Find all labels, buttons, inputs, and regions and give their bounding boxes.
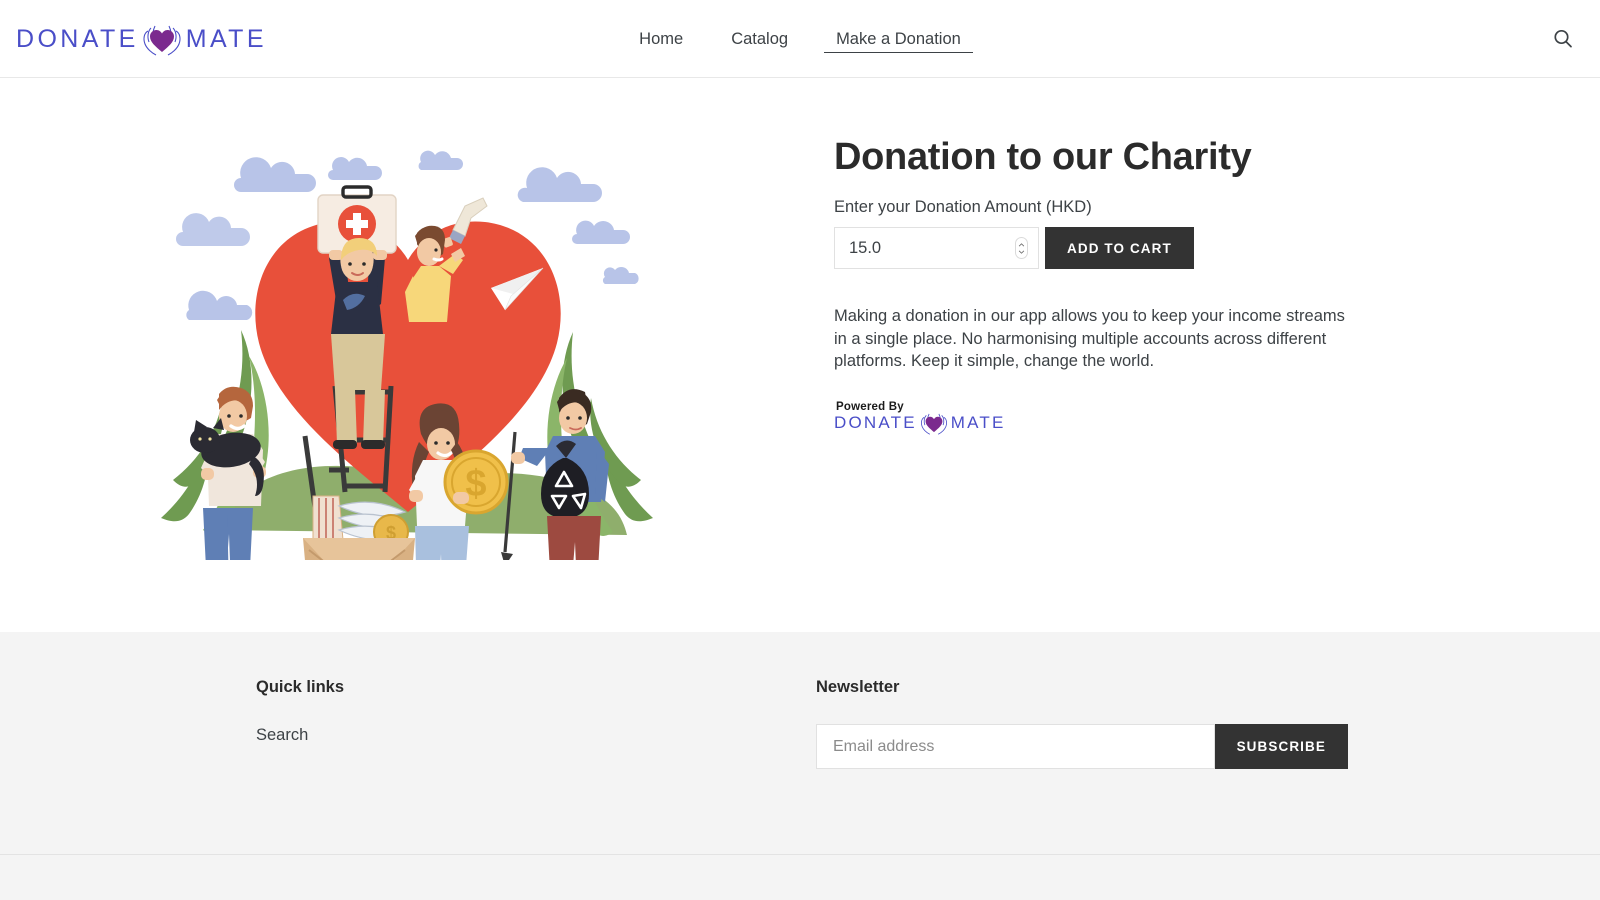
footer-columns: Quick links Search Newsletter SUBSCRIBE [0,676,1600,769]
newsletter-heading: Newsletter [816,678,900,696]
donation-amount-label: Enter your Donation Amount (HKD) [834,198,1092,216]
donation-amount-row: ADD TO CART [834,227,1354,269]
main-navigation: Home Catalog Make a Donation [0,24,1600,54]
heart-in-hands-icon [920,413,947,435]
add-to-cart-button[interactable]: ADD TO CART [1045,227,1194,269]
powered-by-badge: Powered By DONATE MATE [834,401,1010,437]
footer-divider [0,854,1600,855]
nav-item-catalog[interactable]: Catalog [719,24,800,54]
charity-illustration: $ $ [161,150,653,560]
donation-amount-input[interactable] [835,228,1038,268]
search-button[interactable] [1548,24,1578,54]
email-field[interactable] [816,724,1215,769]
product-main: $ $ Donation to our Charity Enter your D… [0,78,1600,632]
powered-by-logo: DONATE MATE [834,409,1010,437]
subscribe-button[interactable]: SUBSCRIBE [1214,724,1348,769]
newsletter-form: SUBSCRIBE [816,724,1348,769]
badge-text-mate: MATE [950,412,1006,432]
badge-text-donate: DONATE [834,412,917,432]
quantity-stepper[interactable] [1015,237,1028,259]
nav-item-home[interactable]: Home [627,24,695,54]
site-footer: Quick links Search Newsletter SUBSCRIBE [0,632,1600,900]
product-description: Making a donation in our app allows you … [834,307,1345,370]
product-details-column: Donation to our Charity Enter your Donat… [816,78,1600,632]
footer-newsletter: Newsletter SUBSCRIBE [816,676,1376,769]
search-icon [1554,29,1572,48]
chevron-up-icon[interactable] [1018,242,1025,247]
site-header: DONATE MATE Home Catalog Make a Donation [0,0,1600,78]
nav-item-make-a-donation[interactable]: Make a Donation [824,24,973,53]
footer-link-search[interactable]: Search [256,726,308,744]
product-illustration-column: $ $ [0,78,816,632]
chevron-down-icon[interactable] [1018,250,1025,254]
footer-quick-links: Quick links Search [256,676,816,769]
page-title: Donation to our Charity [834,136,1252,178]
quick-links-heading: Quick links [256,678,345,696]
donation-amount-field[interactable] [834,227,1039,269]
